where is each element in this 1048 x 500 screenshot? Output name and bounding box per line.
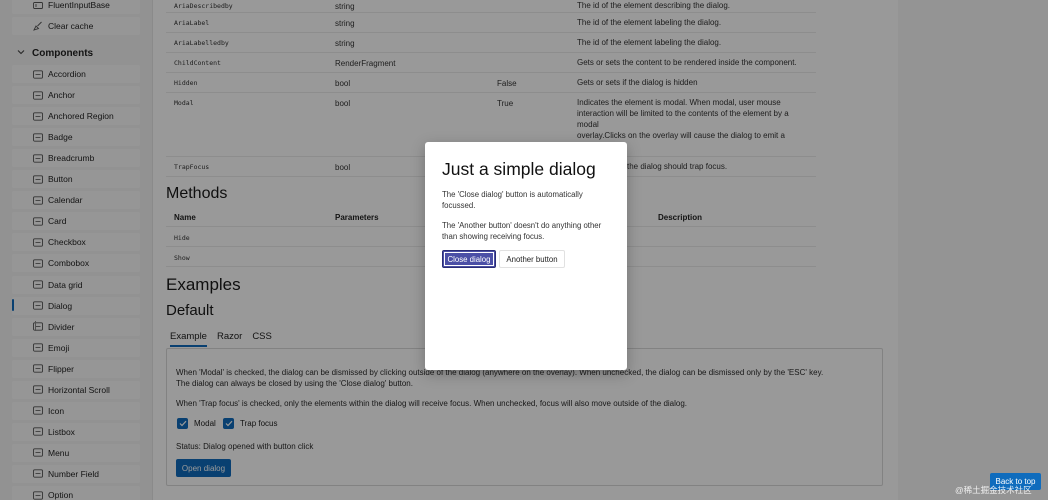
dialog-text-1: The 'Close dialog' button is automatical… xyxy=(442,190,583,210)
another-button[interactable]: Another button xyxy=(499,250,565,268)
close-dialog-button[interactable]: Close dialog xyxy=(442,250,496,268)
watermark-text: @稀土掘金技术社区 xyxy=(955,485,1032,495)
dialog: Just a simple dialog The 'Close dialog' … xyxy=(425,142,627,370)
dialog-text-2: The 'Another button' doesn't do anything… xyxy=(442,221,602,241)
dialog-title: Just a simple dialog xyxy=(442,159,596,179)
